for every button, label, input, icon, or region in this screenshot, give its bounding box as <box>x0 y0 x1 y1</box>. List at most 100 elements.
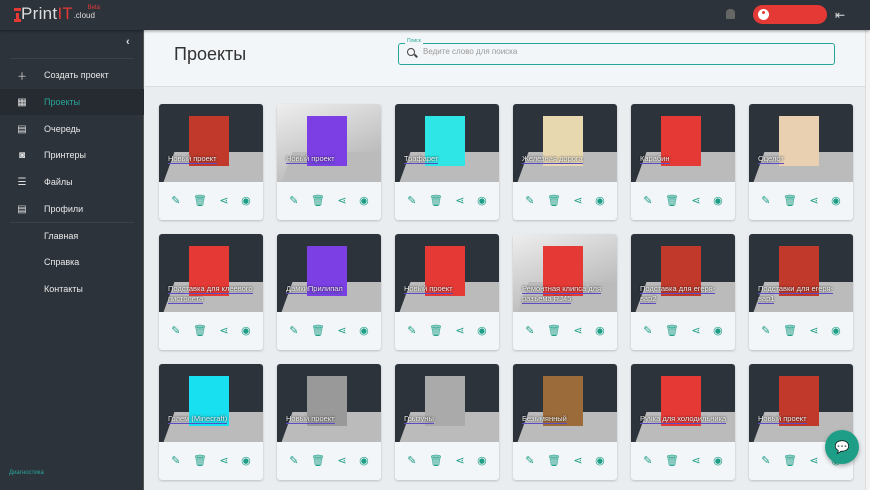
project-card[interactable]: Новый проект ✎ 🗑 ⋖ ◉ <box>159 104 263 220</box>
share-icon[interactable]: ⋖ <box>455 194 464 207</box>
edit-icon[interactable]: ✎ <box>407 324 416 337</box>
project-card[interactable]: Трафарет ✎ 🗑 ⋖ ◉ <box>395 104 499 220</box>
edit-icon[interactable]: ✎ <box>171 194 180 207</box>
project-thumbnail[interactable]: Подставка для клеевого пистолета <box>159 234 263 312</box>
edit-icon[interactable]: ✎ <box>289 324 298 337</box>
view-icon[interactable]: ◉ <box>359 324 369 337</box>
project-thumbnail[interactable]: Новый проект <box>395 234 499 312</box>
view-icon[interactable]: ◉ <box>831 324 841 337</box>
sidebar-item-8[interactable]: Контакты <box>0 276 144 302</box>
sidebar-item-4[interactable]: ☰ Файлы <box>0 169 144 195</box>
collapse-sidebar-button[interactable]: ‹ <box>126 36 130 48</box>
delete-icon[interactable]: 🗑 <box>665 194 679 207</box>
edit-icon[interactable]: ✎ <box>289 194 298 207</box>
project-thumbnail[interactable]: Новый проект <box>277 364 381 442</box>
edit-icon[interactable]: ✎ <box>407 194 416 207</box>
project-card[interactable]: Железная дорога ✎ 🗑 ⋖ ◉ <box>513 104 617 220</box>
project-thumbnail[interactable]: Новый проект <box>277 104 381 182</box>
edit-icon[interactable]: ✎ <box>643 454 652 467</box>
project-thumbnail[interactable]: Карабин <box>631 104 735 182</box>
project-card[interactable]: Подставка для егеря-вар2 ✎ 🗑 ⋖ ◉ <box>631 234 735 350</box>
share-icon[interactable]: ⋖ <box>219 454 228 467</box>
view-icon[interactable]: ◉ <box>595 194 605 207</box>
share-icon[interactable]: ⋖ <box>337 194 346 207</box>
share-icon[interactable]: ⋖ <box>691 324 700 337</box>
delete-icon[interactable]: 🗑 <box>311 194 325 207</box>
edit-icon[interactable]: ✎ <box>171 454 180 467</box>
share-icon[interactable]: ⋖ <box>691 194 700 207</box>
share-icon[interactable]: ⋖ <box>219 194 228 207</box>
delete-icon[interactable]: 🗑 <box>665 454 679 467</box>
share-icon[interactable]: ⋖ <box>573 194 582 207</box>
sidebar-item-2[interactable]: ▤ Очередь <box>0 116 144 142</box>
project-card[interactable]: Голем (Minecraft) ✎ 🗑 ⋖ ◉ <box>159 364 263 480</box>
edit-icon[interactable]: ✎ <box>643 194 652 207</box>
view-icon[interactable]: ◉ <box>241 454 251 467</box>
sidebar-item-6[interactable]: Главная <box>0 223 144 249</box>
view-icon[interactable]: ◉ <box>713 324 723 337</box>
view-icon[interactable]: ◉ <box>713 194 723 207</box>
project-card[interactable]: Безымянный ✎ 🗑 ⋖ ◉ <box>513 364 617 480</box>
project-card[interactable]: Ручка для холодильника ✎ 🗑 ⋖ ◉ <box>631 364 735 480</box>
view-icon[interactable]: ◉ <box>713 454 723 467</box>
share-icon[interactable]: ⋖ <box>219 324 228 337</box>
diagnostics-link[interactable]: Диагностика <box>9 470 44 476</box>
share-icon[interactable]: ⋖ <box>455 454 464 467</box>
project-thumbnail[interactable]: Голем (Minecraft) <box>159 364 263 442</box>
delete-icon[interactable]: 🗑 <box>783 454 797 467</box>
sidebar-item-5[interactable]: ▤ Профили <box>0 196 144 222</box>
delete-icon[interactable]: 🗑 <box>429 454 443 467</box>
project-thumbnail[interactable]: Трафарет <box>395 104 499 182</box>
delete-icon[interactable]: 🗑 <box>429 324 443 337</box>
share-icon[interactable]: ⋖ <box>573 324 582 337</box>
share-icon[interactable]: ⋖ <box>573 454 582 467</box>
edit-icon[interactable]: ✎ <box>761 194 770 207</box>
view-icon[interactable]: ◉ <box>359 454 369 467</box>
search-field[interactable]: Поиск <box>398 38 835 65</box>
project-thumbnail[interactable]: Грызуны <box>395 364 499 442</box>
project-card[interactable]: Грызуны ✎ 🗑 ⋖ ◉ <box>395 364 499 480</box>
project-card[interactable]: Новый проект ✎ 🗑 ⋖ ◉ <box>277 104 381 220</box>
edit-icon[interactable]: ✎ <box>289 454 298 467</box>
delete-icon[interactable]: 🗑 <box>311 324 325 337</box>
delete-icon[interactable]: 🗑 <box>547 324 561 337</box>
user-menu-button[interactable] <box>753 5 827 24</box>
project-card[interactable]: ДамкиПрилипал ✎ 🗑 ⋖ ◉ <box>277 234 381 350</box>
edit-icon[interactable]: ✎ <box>171 324 180 337</box>
edit-icon[interactable]: ✎ <box>407 454 416 467</box>
share-icon[interactable]: ⋖ <box>337 324 346 337</box>
project-card[interactable]: Новый проект ✎ 🗑 ⋖ ◉ <box>277 364 381 480</box>
share-icon[interactable]: ⋖ <box>691 454 700 467</box>
project-card[interactable]: Подставки для егеря-вар1 ✎ 🗑 ⋖ ◉ <box>749 234 853 350</box>
project-card[interactable]: Оцелот ✎ 🗑 ⋖ ◉ <box>749 104 853 220</box>
share-icon[interactable]: ⋖ <box>809 324 818 337</box>
sidebar-item-7[interactable]: Справка <box>0 249 144 275</box>
share-icon[interactable]: ⋖ <box>455 324 464 337</box>
edit-icon[interactable]: ✎ <box>525 454 534 467</box>
share-icon[interactable]: ⋖ <box>809 454 818 467</box>
view-icon[interactable]: ◉ <box>831 194 841 207</box>
project-card[interactable]: Новый проект ✎ 🗑 ⋖ ◉ <box>395 234 499 350</box>
sidebar-item-0[interactable]: ＋ Создать проект <box>0 62 144 88</box>
view-icon[interactable]: ◉ <box>241 194 251 207</box>
view-icon[interactable]: ◉ <box>477 454 487 467</box>
view-icon[interactable]: ◉ <box>241 324 251 337</box>
delete-icon[interactable]: 🗑 <box>193 454 207 467</box>
delete-icon[interactable]: 🗑 <box>783 324 797 337</box>
project-thumbnail[interactable]: Ремонтная клипса для разъема RJ45 <box>513 234 617 312</box>
view-icon[interactable]: ◉ <box>595 454 605 467</box>
scrollbar[interactable] <box>865 30 870 490</box>
view-icon[interactable]: ◉ <box>359 194 369 207</box>
share-icon[interactable]: ⋖ <box>809 194 818 207</box>
delete-icon[interactable]: 🗑 <box>193 194 207 207</box>
logout-icon[interactable]: ⇤ <box>835 8 845 22</box>
chat-button[interactable]: 💬 <box>825 430 859 464</box>
project-thumbnail[interactable]: Безымянный <box>513 364 617 442</box>
delete-icon[interactable]: 🗑 <box>547 454 561 467</box>
edit-icon[interactable]: ✎ <box>643 324 652 337</box>
project-card[interactable]: Карабин ✎ 🗑 ⋖ ◉ <box>631 104 735 220</box>
project-thumbnail[interactable]: ДамкиПрилипал <box>277 234 381 312</box>
project-card[interactable]: Подставка для клеевого пистолета ✎ 🗑 ⋖ ◉ <box>159 234 263 350</box>
edit-icon[interactable]: ✎ <box>761 454 770 467</box>
project-thumbnail[interactable]: Ручка для холодильника <box>631 364 735 442</box>
